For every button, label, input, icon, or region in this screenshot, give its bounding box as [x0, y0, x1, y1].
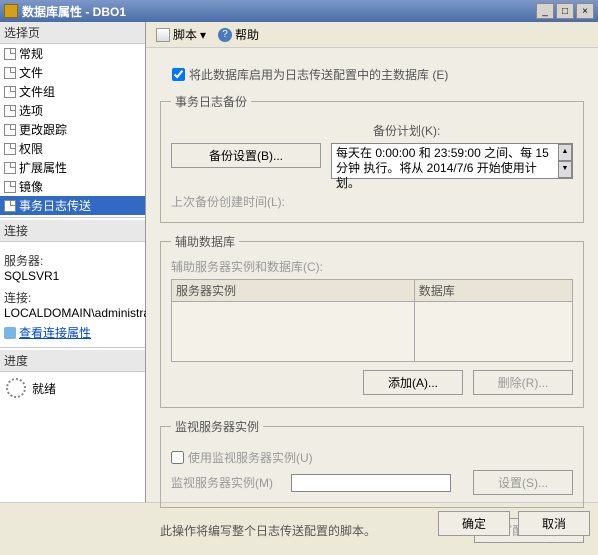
page-icon: [4, 200, 16, 212]
table-cell[interactable]: [172, 302, 415, 362]
nav-extprops[interactable]: 扩展属性: [0, 158, 145, 177]
script-button[interactable]: 脚本 ▾: [152, 25, 210, 44]
enable-logshipping-checkbox[interactable]: [172, 68, 185, 81]
help-button[interactable]: ? 帮助: [214, 25, 263, 44]
view-connection-props-link[interactable]: 查看连接属性: [4, 324, 141, 341]
page-icon: [4, 162, 16, 174]
backup-settings-button[interactable]: 备份设置(B)...: [171, 143, 321, 168]
app-icon: [4, 4, 18, 18]
page-icon: [4, 105, 16, 117]
monitor-instance-input[interactable]: [291, 474, 451, 492]
last-backup-label: 上次备份创建时间(L):: [171, 193, 573, 210]
sched-up-icon[interactable]: ▲: [558, 144, 572, 161]
table-cell[interactable]: [414, 302, 572, 362]
remove-button: 删除(R)...: [473, 370, 573, 395]
cancel-button[interactable]: 取消: [518, 511, 590, 536]
page-icon: [4, 143, 16, 155]
progress-header: 进度: [0, 350, 145, 372]
backup-plan-label: 备份计划(K):: [373, 122, 573, 139]
nav-list: 常规 文件 文件组 选项 更改跟踪 权限 扩展属性 镜像 事务日志传送: [0, 44, 145, 215]
monitor-settings-button: 设置(S)...: [473, 470, 573, 495]
window-titlebar: 数据库属性 - DBO1 _ □ ×: [0, 0, 598, 22]
monitor-instance-label: 监视服务器实例(M): [171, 474, 281, 491]
nav-general[interactable]: 常规: [0, 44, 145, 63]
enable-logshipping-label: 将此数据库启用为日志传送配置中的主数据库 (E): [189, 66, 448, 83]
txlog-legend: 事务日志备份: [171, 93, 251, 110]
spinner-icon: [6, 378, 26, 398]
maximize-button[interactable]: □: [556, 3, 574, 19]
page-icon: [4, 181, 16, 193]
sched-down-icon[interactable]: ▼: [558, 161, 572, 178]
dropdown-icon: ▾: [200, 28, 206, 42]
content-area: 脚本 ▾ ? 帮助 将此数据库启用为日志传送配置中的主数据库 (E) 事务日志备…: [146, 22, 598, 502]
secondary-db-group: 辅助数据库 辅助服务器实例和数据库(C): 服务器实例 数据库 添加(A)...…: [160, 233, 584, 408]
nav-mirroring[interactable]: 镜像: [0, 177, 145, 196]
nav-permissions[interactable]: 权限: [0, 139, 145, 158]
nav-changetracking[interactable]: 更改跟踪: [0, 120, 145, 139]
connection-header: 连接: [0, 220, 145, 242]
txlog-backup-group: 事务日志备份 备份计划(K): 备份设置(B)... 每天在 0:00:00 和…: [160, 93, 584, 223]
server-label: 服务器:: [4, 252, 141, 269]
page-icon: [4, 48, 16, 60]
col-server[interactable]: 服务器实例: [172, 280, 415, 302]
nav-options[interactable]: 选项: [0, 101, 145, 120]
window-title: 数据库属性 - DBO1: [22, 3, 536, 20]
script-icon: [156, 28, 170, 42]
nav-logshipping[interactable]: 事务日志传送: [0, 196, 145, 215]
use-monitor-checkbox[interactable]: [171, 451, 184, 464]
page-icon: [4, 124, 16, 136]
conn-label: 连接:: [4, 289, 141, 306]
backup-schedule-box[interactable]: 每天在 0:00:00 和 23:59:00 之间、每 15 分钟 执行。将从 …: [331, 143, 573, 179]
secondary-legend: 辅助数据库: [171, 233, 239, 250]
help-icon: ?: [218, 28, 232, 42]
progress-panel: 就绪: [0, 372, 145, 404]
nav-filegroups[interactable]: 文件组: [0, 82, 145, 101]
use-monitor-label: 使用监视服务器实例(U): [188, 449, 313, 466]
link-icon: [4, 327, 16, 339]
secondary-label: 辅助服务器实例和数据库(C):: [171, 258, 573, 275]
add-button[interactable]: 添加(A)...: [363, 370, 463, 395]
minimize-button[interactable]: _: [536, 3, 554, 19]
ok-button[interactable]: 确定: [438, 511, 510, 536]
sidebar: 选择页 常规 文件 文件组 选项 更改跟踪 权限 扩展属性 镜像 事务日志传送 …: [0, 22, 146, 502]
nav-files[interactable]: 文件: [0, 63, 145, 82]
monitor-legend: 监视服务器实例: [171, 418, 263, 435]
col-db[interactable]: 数据库: [414, 280, 572, 302]
sidebar-header: 选择页: [0, 22, 145, 44]
conn-value: LOCALDOMAIN\administrator: [4, 306, 141, 320]
progress-status: 就绪: [32, 380, 56, 397]
secondary-table: 服务器实例 数据库: [171, 279, 573, 362]
page-icon: [4, 86, 16, 98]
server-value: SQLSVR1: [4, 269, 141, 283]
monitor-group: 监视服务器实例 使用监视服务器实例(U) 监视服务器实例(M) 设置(S)...: [160, 418, 584, 508]
connection-panel: 服务器: SQLSVR1 连接: LOCALDOMAIN\administrat…: [0, 242, 145, 345]
page-icon: [4, 67, 16, 79]
script-note: 此操作将编写整个日志传送配置的脚本。: [160, 522, 376, 539]
content-toolbar: 脚本 ▾ ? 帮助: [146, 22, 598, 48]
close-button[interactable]: ×: [576, 3, 594, 19]
